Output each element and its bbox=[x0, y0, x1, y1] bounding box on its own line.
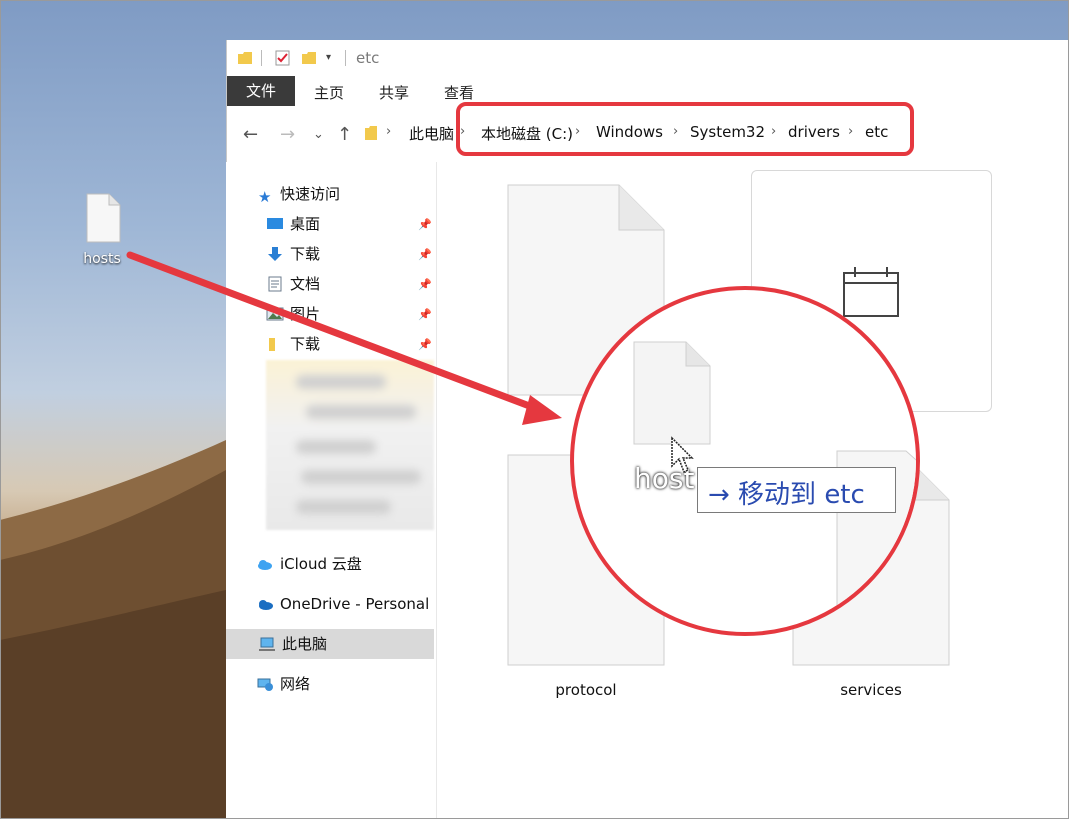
properties-check-icon[interactable] bbox=[275, 50, 291, 66]
nav-icloud-label: iCloud 云盘 bbox=[280, 555, 362, 573]
nav-this-pc[interactable]: 此电脑 bbox=[258, 632, 327, 656]
move-to-tooltip: → 移动到 etc bbox=[697, 467, 896, 513]
redacted-item bbox=[296, 500, 391, 514]
nav-item-label: 下载 bbox=[290, 335, 321, 353]
pin-icon: 📌 bbox=[418, 248, 432, 261]
nav-icloud[interactable]: iCloud 云盘 bbox=[256, 552, 362, 576]
divider bbox=[345, 50, 346, 66]
nav-item-label: 图片 bbox=[290, 305, 321, 323]
nav-item-download-folder[interactable]: 下载 bbox=[266, 332, 320, 356]
nav-item-downloads[interactable]: 下载 bbox=[266, 242, 320, 266]
desktop-hosts-label: hosts bbox=[83, 251, 121, 267]
onedrive-cloud-icon bbox=[259, 600, 273, 610]
window-title: etc bbox=[356, 49, 380, 67]
mouse-cursor-icon bbox=[671, 436, 694, 474]
computer-icon bbox=[259, 637, 275, 651]
path-highlight-box bbox=[456, 102, 914, 156]
nav-item-label: 桌面 bbox=[290, 215, 321, 233]
up-arrow-icon[interactable]: ↑ bbox=[337, 124, 352, 145]
new-folder-icon[interactable] bbox=[301, 50, 317, 66]
nav-onedrive[interactable]: OneDrive - Personal bbox=[256, 592, 429, 616]
folder-icon bbox=[269, 338, 275, 351]
redacted-item bbox=[301, 470, 421, 484]
desktop-hosts-file[interactable]: hosts bbox=[76, 193, 128, 267]
nav-this-pc-label: 此电脑 bbox=[282, 635, 328, 653]
dragged-file-icon bbox=[633, 341, 711, 445]
star-icon: ★ bbox=[258, 188, 272, 206]
nav-quick-access-label: 快速访问 bbox=[280, 185, 341, 203]
quick-access-dropdown-icon[interactable]: ▾ bbox=[326, 52, 331, 63]
divider bbox=[261, 50, 262, 66]
blurred-nav-items bbox=[266, 360, 434, 530]
nav-item-label: 文档 bbox=[290, 275, 321, 293]
nav-onedrive-label: OneDrive - Personal bbox=[280, 595, 430, 613]
move-to-tooltip-text: → 移动到 etc bbox=[708, 480, 865, 510]
magnifier-circle: host bbox=[570, 286, 920, 636]
nav-item-desktop[interactable]: 桌面 bbox=[266, 212, 320, 236]
network-icon bbox=[257, 678, 273, 691]
tab-share[interactable]: 共享 bbox=[368, 80, 420, 106]
nav-item-pictures[interactable]: 图片 bbox=[266, 302, 320, 326]
cloud-icon bbox=[258, 560, 272, 570]
nav-network[interactable]: 网络 bbox=[256, 672, 310, 696]
pin-icon: 📌 bbox=[418, 338, 432, 351]
redacted-item bbox=[306, 405, 416, 419]
file-icon bbox=[86, 193, 121, 243]
file-name-services: services bbox=[840, 681, 902, 699]
pin-icon: 📌 bbox=[418, 278, 432, 291]
pictures-icon bbox=[266, 307, 284, 321]
folder-icon bbox=[238, 52, 252, 64]
calendar-icon bbox=[843, 267, 899, 317]
redacted-item bbox=[296, 440, 376, 454]
tab-file[interactable]: 文件 bbox=[227, 76, 295, 106]
back-arrow-icon[interactable]: ← bbox=[243, 124, 258, 145]
title-bar: ▾ etc bbox=[227, 40, 1069, 76]
nav-quick-access[interactable]: ★ 快速访问 bbox=[258, 182, 340, 206]
folder-icon bbox=[365, 126, 377, 140]
document-icon bbox=[268, 276, 282, 292]
crumb-this-pc[interactable]: 此电脑 bbox=[409, 123, 454, 144]
chevron-right-icon: › bbox=[386, 124, 392, 139]
recent-chevron-down-icon[interactable]: ⌄ bbox=[313, 127, 324, 142]
forward-arrow-icon[interactable]: → bbox=[280, 124, 295, 145]
nav-item-documents[interactable]: 文档 bbox=[266, 272, 320, 296]
pin-icon: 📌 bbox=[418, 218, 432, 231]
nav-network-label: 网络 bbox=[280, 675, 311, 693]
pin-icon: 📌 bbox=[418, 308, 432, 321]
file-name-protocol: protocol bbox=[555, 681, 617, 699]
tab-home[interactable]: 主页 bbox=[303, 80, 355, 106]
desktop-icon bbox=[267, 218, 283, 229]
download-arrow-icon bbox=[268, 247, 282, 261]
redacted-item bbox=[296, 375, 386, 389]
nav-item-label: 下载 bbox=[290, 245, 321, 263]
